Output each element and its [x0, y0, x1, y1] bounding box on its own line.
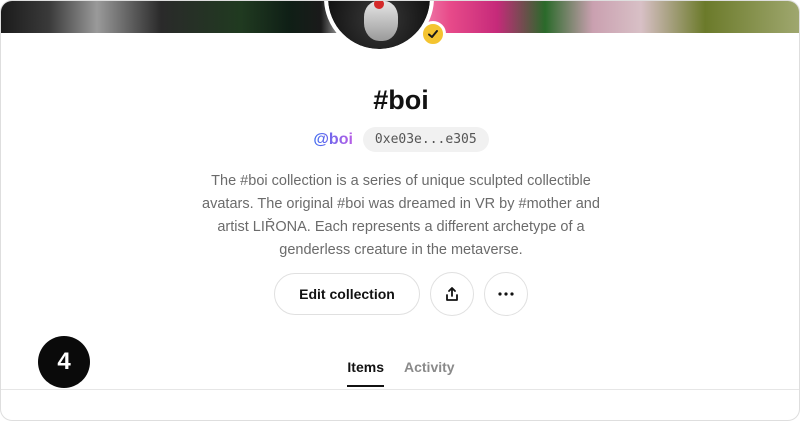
creator-row: @boi 0xe03e...e305 [1, 127, 799, 152]
more-options-button[interactable] [484, 272, 528, 316]
tabs-divider [1, 389, 799, 390]
description-line: avatars. The original #boi was dreamed i… [202, 196, 600, 212]
collection-avatar-wrap [324, 1, 446, 61]
collection-title: #boi [373, 85, 429, 115]
description-line: The #boi collection is a series of uniqu… [211, 173, 591, 189]
description-line: artist LIŘONA. Each represents a differe… [217, 219, 585, 235]
tab-items[interactable]: Items [347, 359, 384, 387]
contract-address-chip[interactable]: 0xe03e...e305 [362, 127, 489, 152]
collection-tabs: Items Activity [1, 359, 799, 387]
more-icon [498, 292, 514, 296]
edit-collection-button[interactable]: Edit collection [274, 273, 420, 315]
share-icon [446, 287, 458, 301]
avatar-image [328, 1, 430, 49]
checkmark-icon [428, 30, 438, 38]
tab-activity[interactable]: Activity [404, 359, 455, 387]
creator-handle-link[interactable]: @boi [313, 131, 353, 149]
collection-page: #boi @boi 0xe03e...e305 The #boi collect… [0, 0, 800, 421]
verified-badge-icon [420, 21, 446, 47]
description-line: genderless creature in the metaverse. [279, 242, 523, 258]
share-button[interactable] [430, 272, 474, 316]
collection-avatar[interactable] [324, 1, 434, 53]
collection-actions: Edit collection [1, 272, 799, 316]
collection-description: The #boi collection is a series of uniqu… [1, 170, 799, 262]
